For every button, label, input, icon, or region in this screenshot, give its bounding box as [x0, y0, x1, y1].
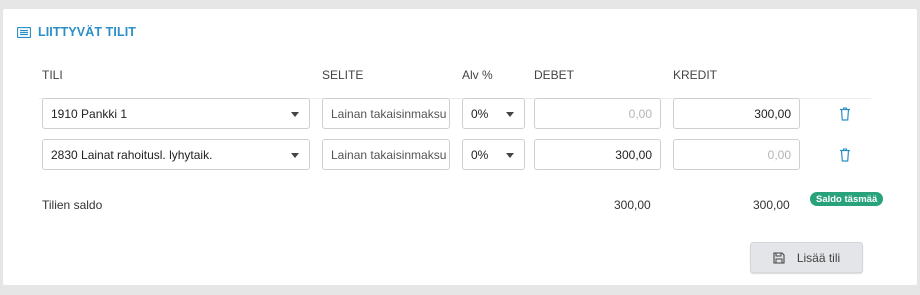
- selite-placeholder: Lainan takaisinmaksu: [331, 147, 447, 162]
- saldo-debet: 300,00: [614, 198, 651, 212]
- column-header-kredit: KREDIT: [673, 68, 718, 82]
- debet-input[interactable]: 0,00: [534, 98, 661, 129]
- chevron-down-icon: [291, 153, 299, 158]
- selite-placeholder: Lainan takaisinmaksu: [331, 106, 447, 121]
- debet-placeholder: 0,00: [628, 106, 652, 121]
- add-account-button[interactable]: Lisää tili: [750, 242, 863, 273]
- alv-select-value: 0%: [471, 147, 489, 162]
- add-account-button-label: Lisää tili: [796, 250, 841, 265]
- account-select-value: 2830 Lainat rahoitusl. lyhytaik.: [51, 147, 213, 162]
- kredit-value: 300,00: [754, 106, 791, 121]
- list-icon: [17, 26, 31, 38]
- account-select[interactable]: 2830 Lainat rahoitusl. lyhytaik.: [42, 139, 310, 170]
- account-select[interactable]: 1910 Pankki 1: [42, 98, 310, 129]
- column-header-tili: TILI: [42, 68, 63, 82]
- linked-accounts-card: LIITTYVÄT TILIT TILI SELITE Alv % DEBET …: [3, 9, 917, 285]
- save-icon: [773, 251, 785, 264]
- status-badge: Saldo täsmää: [810, 192, 884, 206]
- alv-select[interactable]: 0%: [462, 139, 525, 170]
- saldo-label: Tilien saldo: [42, 198, 103, 212]
- debet-input[interactable]: 300,00: [534, 139, 661, 170]
- selite-input[interactable]: Lainan takaisinmaksu: [322, 139, 450, 170]
- column-header-debet: DEBET: [534, 68, 575, 82]
- kredit-input[interactable]: 0,00: [673, 139, 800, 170]
- debet-value: 300,00: [615, 147, 652, 162]
- alv-select[interactable]: 0%: [462, 98, 525, 129]
- chevron-down-icon: [291, 112, 299, 117]
- saldo-kredit: 300,00: [753, 198, 790, 212]
- alv-select-value: 0%: [471, 106, 489, 121]
- chevron-down-icon: [506, 112, 514, 117]
- column-header-alv: Alv %: [462, 68, 493, 82]
- selite-input[interactable]: Lainan takaisinmaksu: [322, 98, 450, 129]
- section-title: LIITTYVÄT TILIT: [17, 24, 136, 40]
- kredit-placeholder: 0,00: [767, 147, 791, 162]
- trash-icon[interactable]: [839, 148, 851, 162]
- section-title-label: LIITTYVÄT TILIT: [38, 25, 137, 39]
- account-select-value: 1910 Pankki 1: [51, 106, 128, 121]
- chevron-down-icon: [506, 153, 514, 158]
- trash-icon[interactable]: [839, 107, 851, 121]
- column-header-selite: SELITE: [322, 68, 364, 82]
- kredit-input[interactable]: 300,00: [673, 98, 800, 129]
